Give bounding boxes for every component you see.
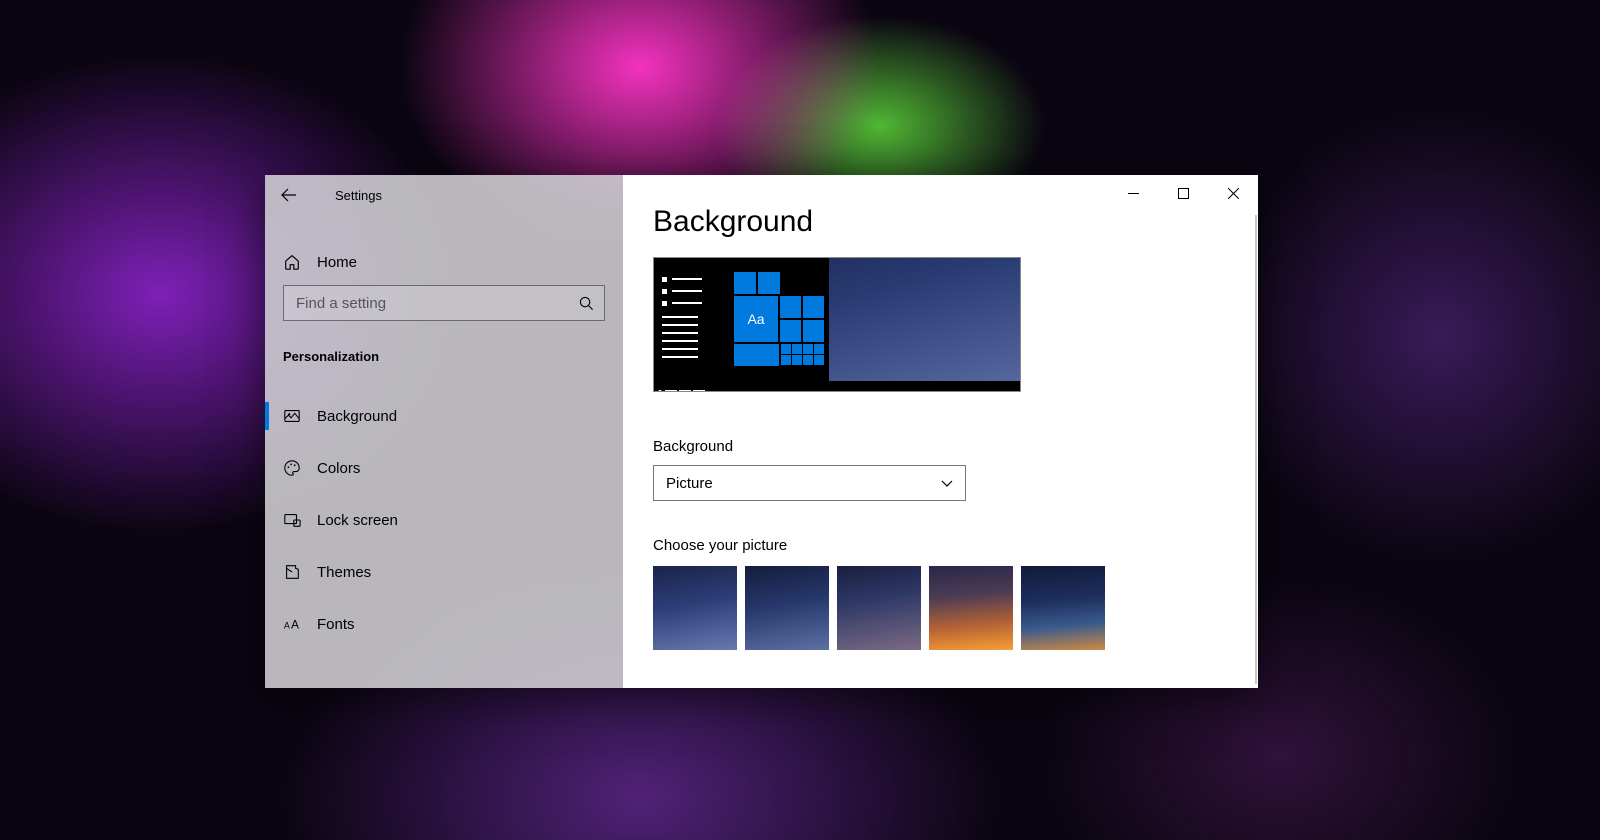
picture-thumb[interactable] xyxy=(745,566,829,650)
sidebar-item-themes[interactable]: Themes xyxy=(265,546,623,598)
home-icon xyxy=(283,253,301,271)
picture-thumb[interactable] xyxy=(1021,566,1105,650)
search-box[interactable] xyxy=(283,285,605,321)
picture-thumbnails xyxy=(653,566,1228,650)
minimize-button[interactable] xyxy=(1108,175,1158,211)
picture-thumb[interactable] xyxy=(837,566,921,650)
background-field-label: Background xyxy=(653,438,1228,455)
close-icon xyxy=(1228,188,1239,199)
nav-label: Background xyxy=(317,408,397,425)
nav-label: Lock screen xyxy=(317,512,398,529)
content-pane: Background Aa xyxy=(623,175,1258,688)
palette-icon xyxy=(283,459,301,477)
back-button[interactable] xyxy=(265,175,313,215)
picture-thumb[interactable] xyxy=(653,566,737,650)
titlebar: Settings xyxy=(265,175,623,215)
sidebar-item-background[interactable]: Background xyxy=(265,390,623,442)
search-icon xyxy=(579,296,594,311)
nav-label: Fonts xyxy=(317,616,355,633)
nav-list: Background Colors Lock screen Themes AA … xyxy=(265,374,623,650)
sidebar-item-fonts[interactable]: AA Fonts xyxy=(265,598,623,650)
svg-text:A: A xyxy=(291,619,299,632)
close-button[interactable] xyxy=(1208,175,1258,211)
search-input[interactable] xyxy=(296,295,579,312)
maximize-button[interactable] xyxy=(1158,175,1208,211)
picture-thumb[interactable] xyxy=(929,566,1013,650)
maximize-icon xyxy=(1178,188,1189,199)
chevron-down-icon xyxy=(941,477,953,489)
fonts-icon: AA xyxy=(283,615,301,633)
sidebar: Settings Home Personalization Background xyxy=(265,175,623,688)
scrollbar[interactable] xyxy=(1255,215,1257,684)
themes-icon xyxy=(283,563,301,581)
preview-sample-text: Aa xyxy=(734,296,778,342)
window-controls xyxy=(1108,175,1258,211)
svg-text:A: A xyxy=(284,621,290,631)
window-title: Settings xyxy=(335,188,382,203)
sidebar-item-home[interactable]: Home xyxy=(265,239,623,285)
nav-label: Themes xyxy=(317,564,371,581)
desktop-wallpaper: Settings Home Personalization Background xyxy=(0,0,1600,840)
desktop-preview: Aa xyxy=(653,257,1021,392)
sidebar-item-colors[interactable]: Colors xyxy=(265,442,623,494)
back-arrow-icon xyxy=(281,187,297,203)
minimize-icon xyxy=(1128,188,1139,199)
dropdown-value: Picture xyxy=(666,475,713,492)
lockscreen-icon xyxy=(283,511,301,529)
sidebar-item-lockscreen[interactable]: Lock screen xyxy=(265,494,623,546)
home-label: Home xyxy=(317,254,357,271)
section-heading: Personalization xyxy=(265,327,623,374)
picture-icon xyxy=(283,407,301,425)
choose-picture-label: Choose your picture xyxy=(653,537,1228,554)
background-dropdown[interactable]: Picture xyxy=(653,465,966,501)
nav-label: Colors xyxy=(317,460,360,477)
settings-window: Settings Home Personalization Background xyxy=(265,175,1258,688)
